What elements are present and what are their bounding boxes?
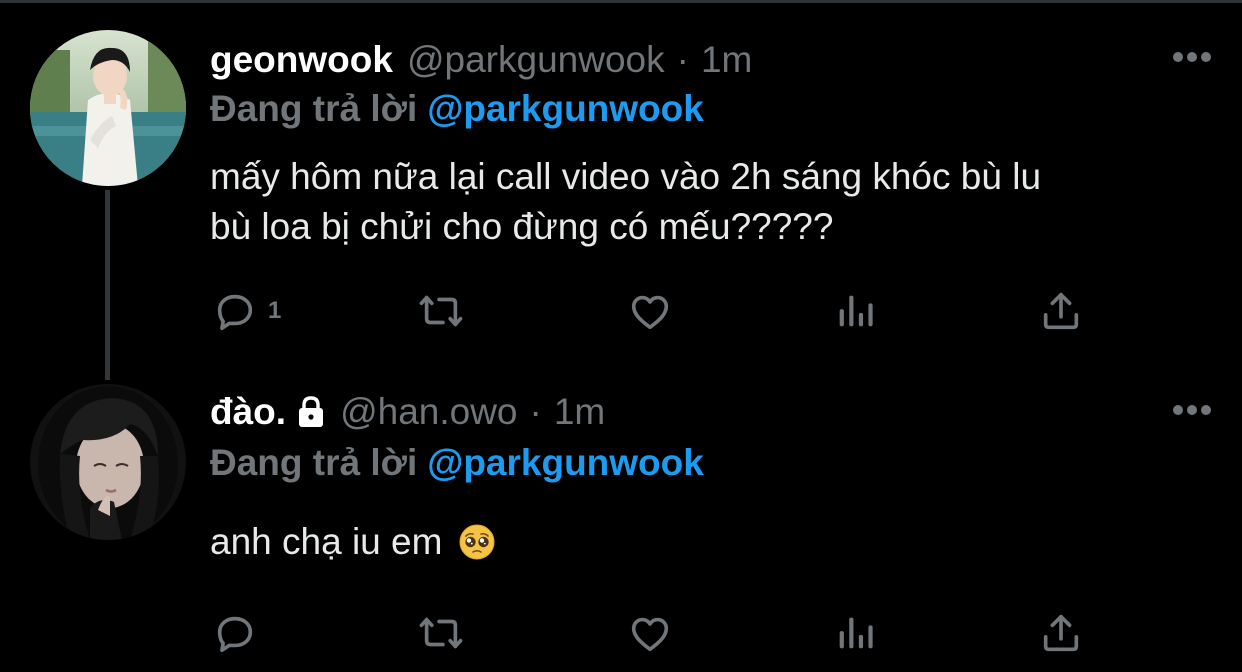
retweet-button[interactable] [418,286,464,336]
tweet[interactable]: geonwook @parkgunwook · 1m Đang trả lời @… [0,0,1242,380]
avatar-photo [30,30,186,186]
share-icon [1043,292,1079,330]
handle[interactable]: @parkgunwook [407,39,665,81]
stats-icon [839,295,873,327]
retweet-icon [419,617,463,649]
reply-button[interactable]: 1 [212,286,281,336]
lock-icon [299,396,324,427]
replying-to: Đang trả lời @parkgunwook [210,442,704,484]
more-icon[interactable] [1172,404,1212,416]
display-name[interactable]: geonwook [210,39,393,81]
reply-icon [217,616,253,653]
tweet-text: anh chạ iu em [210,517,1200,567]
tweet-header: geonwook @parkgunwook · 1m [210,36,752,84]
stats-button[interactable] [832,608,878,658]
timestamp[interactable]: 1m [701,39,752,81]
tweet-header: đào. @han.owo · 1m [210,388,605,436]
more-icon[interactable] [1172,51,1212,63]
stats-button[interactable] [832,286,878,336]
separator-dot: · [676,39,689,80]
handle[interactable]: @han.owo [340,391,517,433]
replying-to-label: Đang trả lời [210,442,418,483]
separator-dot: · [529,391,542,432]
retweet-button[interactable] [418,608,464,658]
tweet-text-line: anh chạ iu em [210,521,443,562]
action-bar [0,608,1242,658]
timestamp[interactable]: 1m [554,391,605,433]
reply-count: 1 [268,297,282,324]
display-name[interactable]: đào. [210,391,286,433]
share-button[interactable] [1038,286,1084,336]
reply-icon [217,294,253,331]
tweet[interactable]: đào. @han.owo · 1m Đang trả lời @parkgunw… [0,380,1242,672]
thread-line [105,190,110,380]
tweet-text: mấy hôm nữa lại call video vào 2h sáng k… [210,152,1200,252]
reply-mention-link[interactable]: @parkgunwook [427,88,704,129]
like-button[interactable] [627,286,673,336]
reply-mention-link[interactable]: @parkgunwook [427,442,704,483]
share-button[interactable] [1038,608,1084,658]
share-icon [1043,614,1079,652]
replying-to: Đang trả lời @parkgunwook [210,88,704,130]
reply-button[interactable] [212,608,268,658]
avatar[interactable] [30,30,186,186]
tweet-text-line: mấy hôm nữa lại call video vào 2h sáng k… [210,156,1042,197]
replying-to-label: Đang trả lời [210,88,418,129]
like-icon [631,295,669,330]
avatar-photo [30,384,186,540]
avatar[interactable] [30,384,186,540]
action-bar: 1 [0,286,1242,336]
pleading-face-emoji [459,524,495,560]
tweet-text-line: bù loa bị chửi cho đừng có mếu????? [210,206,834,247]
retweet-icon [419,295,463,327]
stats-icon [839,617,873,649]
like-icon [631,617,669,652]
like-button[interactable] [627,608,673,658]
